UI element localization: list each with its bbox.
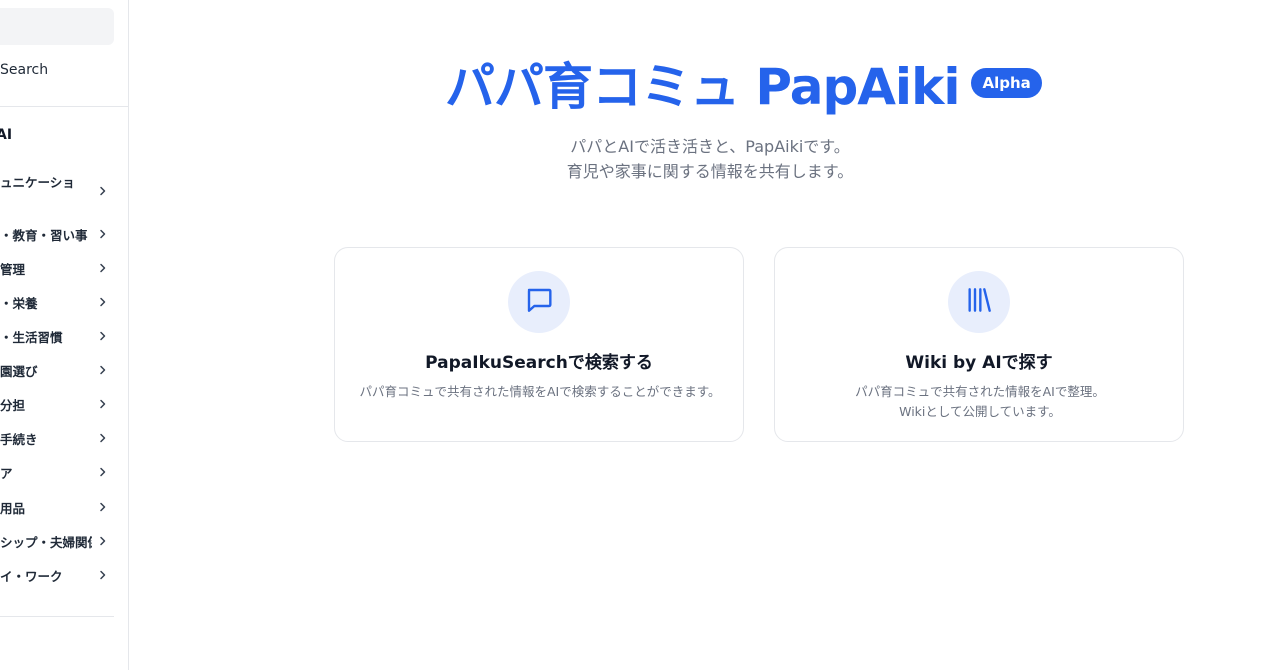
sidebar-section-title: AI bbox=[0, 127, 13, 143]
chevron-right-icon bbox=[96, 397, 110, 411]
icon-circle bbox=[508, 271, 570, 333]
sidebar-item-label: 管理 bbox=[0, 261, 26, 277]
chevron-right-icon bbox=[96, 465, 110, 479]
sidebar-item-label: 園選び bbox=[0, 363, 38, 379]
sidebar-item-school-choice[interactable]: 園選び bbox=[0, 359, 110, 381]
sidebar-item-procedures[interactable]: 手続き bbox=[0, 427, 110, 449]
hero-title: パパ育コミュ PapAiki Alpha bbox=[445, 52, 1042, 116]
sidebar-item-management[interactable]: 管理 bbox=[0, 257, 110, 279]
sidebar-item-label: イ・ワーク bbox=[0, 568, 63, 584]
sidebar-item-label: ュニケーショ bbox=[0, 175, 75, 190]
card-description: パパ育コミュで共有された情報をAIで整理。 Wikiとして公開しています。 bbox=[795, 382, 1165, 422]
alpha-badge: Alpha bbox=[971, 68, 1042, 98]
sidebar-item-nutrition[interactable]: ・栄養 bbox=[0, 291, 110, 313]
sidebar-item-lifestyle[interactable]: ・生活習慣 bbox=[0, 325, 110, 347]
sidebar-item-education[interactable]: ・教育・習い事 bbox=[0, 223, 110, 245]
icon-circle bbox=[948, 271, 1010, 333]
chevron-right-icon bbox=[96, 534, 110, 548]
sidebar-divider bbox=[0, 616, 114, 617]
sidebar-item-communication[interactable]: ュニケーショ bbox=[0, 172, 110, 202]
sidebar-item-a[interactable]: ア bbox=[0, 461, 110, 483]
sidebar-item-partnership[interactable]: シップ・夫婦関係 bbox=[0, 530, 110, 552]
sidebar-item-work[interactable]: イ・ワーク bbox=[0, 564, 110, 586]
sidebar-item-label: 分担 bbox=[0, 397, 26, 413]
sidebar-item-label: ・教育・習い事 bbox=[0, 227, 88, 243]
sidebar-item-label: 手続き bbox=[0, 431, 38, 447]
card-description: パパ育コミュで共有された情報をAIで検索することができます。 bbox=[359, 384, 721, 399]
sidebar-item-label: 用品 bbox=[0, 500, 26, 516]
chevron-right-icon bbox=[96, 500, 110, 514]
chevron-right-icon bbox=[96, 261, 110, 275]
search-card[interactable]: PapaIkuSearchで検索する パパ育コミュで共有された情報をAIで検索す… bbox=[334, 247, 744, 442]
card-title: PapaIkuSearchで検索する bbox=[425, 353, 653, 373]
hero-subtitle: パパとAIで活き活きと、PapAikiです。 育児や家事に関する情報を共有します… bbox=[440, 134, 980, 184]
chevron-right-icon bbox=[96, 363, 110, 377]
card-title: Wiki by AIで探す bbox=[905, 353, 1053, 373]
wiki-card[interactable]: Wiki by AIで探す パパ育コミュで共有された情報をAIで整理。 Wiki… bbox=[774, 247, 1184, 442]
chevron-right-icon bbox=[96, 184, 110, 198]
sidebar-top-input[interactable] bbox=[0, 8, 114, 45]
chevron-right-icon bbox=[96, 329, 110, 343]
chevron-right-icon bbox=[96, 295, 110, 309]
page-title: パパ育コミュ PapAiki bbox=[445, 58, 960, 116]
card-description-line-2: Wikiとして公開しています。 bbox=[899, 404, 1061, 419]
subtitle-line-2: 育児や家事に関する情報を共有します。 bbox=[566, 162, 854, 181]
subtitle-line-1: パパとAIで活き活きと、PapAikiです。 bbox=[570, 137, 850, 156]
chevron-right-icon bbox=[96, 431, 110, 445]
library-icon bbox=[963, 284, 995, 320]
card-description-line-1: パパ育コミュで共有された情報をAIで整理。 bbox=[855, 384, 1105, 399]
sidebar-search-link[interactable]: Search bbox=[0, 62, 48, 78]
chat-bubble-icon bbox=[523, 284, 555, 320]
sidebar-item-label: シップ・夫婦関係 bbox=[0, 534, 92, 550]
sidebar-item-chore-sharing[interactable]: 分担 bbox=[0, 393, 110, 415]
sidebar-item-label: ・栄養 bbox=[0, 295, 38, 311]
sidebar: Search AI ュニケーショ ・教育・習い事 管理 ・栄養 ・生活習慣 園選… bbox=[0, 0, 129, 670]
sidebar-divider bbox=[0, 106, 128, 107]
chevron-right-icon bbox=[96, 568, 110, 582]
chevron-right-icon bbox=[96, 227, 110, 241]
sidebar-item-label: ア bbox=[0, 465, 13, 481]
sidebar-item-label: ・生活習慣 bbox=[0, 329, 63, 345]
sidebar-item-goods[interactable]: 用品 bbox=[0, 496, 110, 518]
